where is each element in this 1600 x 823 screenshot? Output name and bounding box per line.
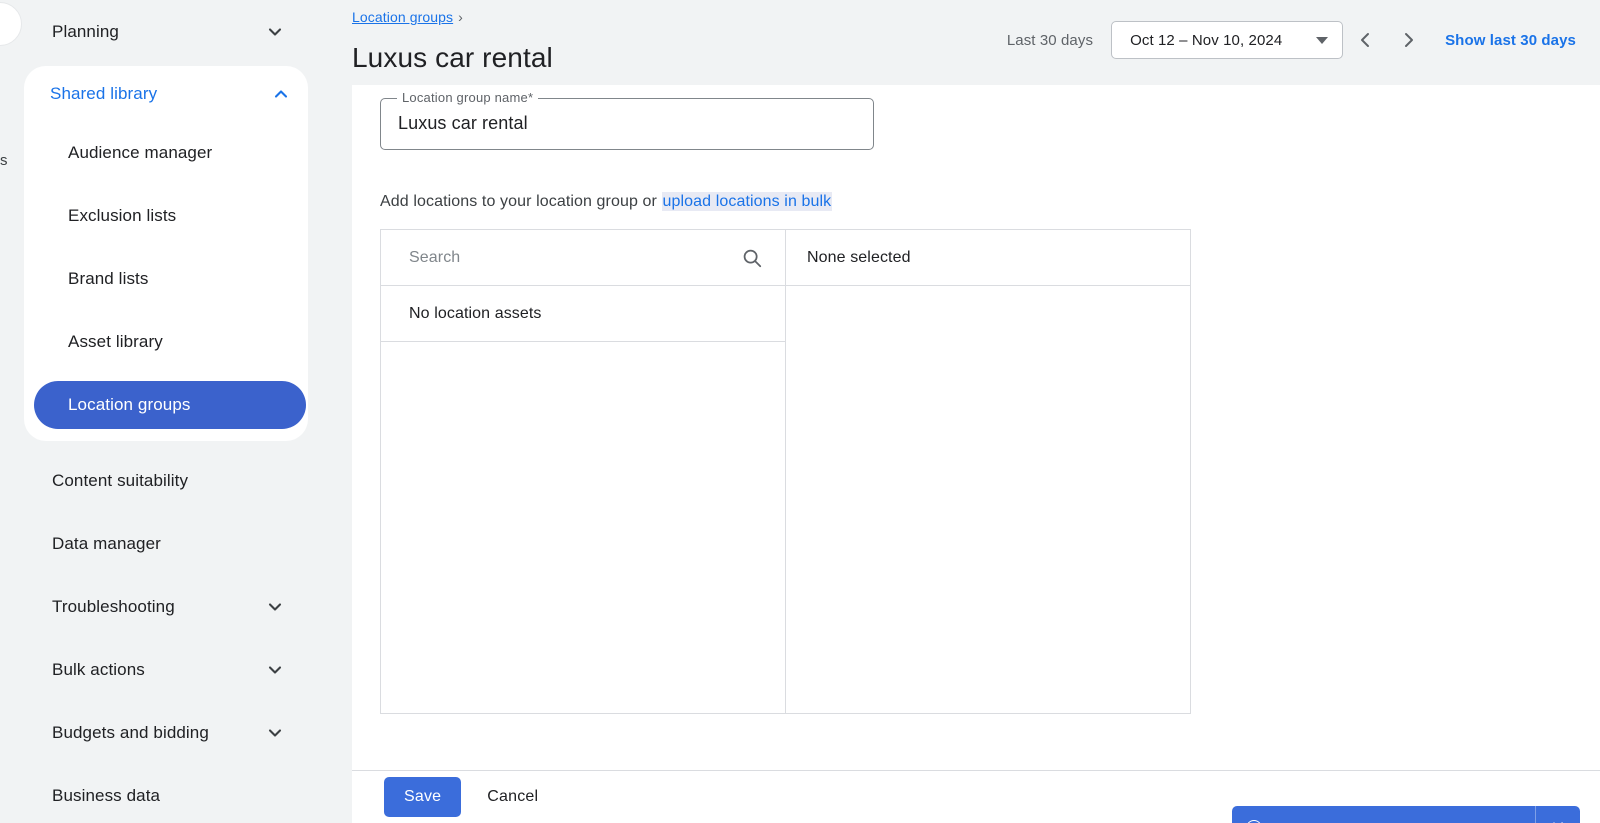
- page-title: Luxus car rental: [352, 42, 553, 73]
- date-range-value: Oct 12 – Nov 10, 2024: [1130, 31, 1283, 49]
- sidebar-item-label: Audience manager: [68, 143, 213, 162]
- chevron-down-icon[interactable]: [266, 661, 284, 679]
- sidebar-item-location-groups[interactable]: Location groups: [34, 381, 306, 429]
- sidebar-item-label: Bulk actions: [52, 660, 145, 679]
- show-last-30-days-link[interactable]: Show last 30 days: [1445, 32, 1576, 49]
- chevron-left-icon: [1361, 33, 1370, 47]
- sidebar-item-audience-manager[interactable]: Audience manager: [34, 129, 306, 177]
- no-location-assets-row: No location assets: [381, 286, 785, 342]
- chevron-down-icon[interactable]: [266, 724, 284, 742]
- location-group-name-label: Location group name*: [397, 90, 539, 105]
- available-locations-panel: No location assets: [381, 230, 786, 713]
- chevron-up-icon[interactable]: [272, 85, 290, 103]
- next-period-button[interactable]: [1387, 20, 1431, 60]
- sidebar-item-bulk-actions[interactable]: Bulk actions: [26, 649, 306, 691]
- sidebar-item-label: Content suitability: [52, 471, 189, 490]
- sidebar-item-asset-library[interactable]: Asset library: [34, 318, 306, 366]
- save-button[interactable]: Save: [384, 777, 462, 817]
- date-range-select[interactable]: Oct 12 – Nov 10, 2024: [1111, 21, 1344, 59]
- location-group-name-input[interactable]: [398, 113, 838, 134]
- date-range-preset-label: Last 30 days: [1006, 31, 1094, 49]
- chevron-down-icon[interactable]: [266, 23, 284, 41]
- sidebar-item-label: Budgets and bidding: [52, 723, 209, 742]
- sidebar-item-content-suitability[interactable]: Content suitability: [26, 460, 306, 502]
- sidebar-item-shared-library[interactable]: Shared library: [24, 73, 308, 115]
- location-selection-panel: No location assets None selected: [380, 229, 1191, 714]
- chevron-down-icon[interactable]: [266, 598, 284, 616]
- sidebar-item-data-manager[interactable]: Data manager: [26, 523, 306, 565]
- add-locations-hint: Add locations to your location group or …: [380, 192, 833, 211]
- sidebar-item-label: Exclusion lists: [68, 206, 177, 225]
- left-navigation-sidebar: s Planning Shared library Audience manag…: [0, 0, 352, 823]
- upload-locations-in-bulk-link[interactable]: upload locations in bulk: [661, 192, 833, 211]
- snackbar-toast: ✕: [1232, 806, 1580, 823]
- caret-down-icon[interactable]: [1316, 36, 1329, 44]
- sidebar-item-business-data[interactable]: Business data: [26, 775, 306, 817]
- sidebar-item-exclusion-lists[interactable]: Exclusion lists: [34, 192, 306, 240]
- main-content-card: Location group name* Add locations to yo…: [352, 85, 1600, 823]
- sidebar-item-label: Asset library: [68, 332, 163, 351]
- breadcrumb-link-location-groups[interactable]: Location groups: [352, 9, 453, 25]
- google-ads-location-group-editor: s Planning Shared library Audience manag…: [0, 0, 1600, 823]
- date-range-controls: Last 30 days Oct 12 – Nov 10, 2024 Show …: [1007, 20, 1576, 60]
- sidebar-edge-text: s: [0, 152, 8, 169]
- nav-collapse-circle-icon[interactable]: [0, 2, 22, 46]
- cancel-button[interactable]: Cancel: [473, 777, 552, 817]
- sidebar-item-label: Business data: [52, 786, 161, 805]
- previous-period-button[interactable]: [1343, 20, 1387, 60]
- selected-locations-panel: None selected: [786, 230, 1190, 713]
- sidebar-section-label: Shared library: [50, 84, 158, 103]
- shared-library-card: Shared library Audience manager Exclusio…: [24, 66, 308, 441]
- close-icon[interactable]: ✕: [1536, 806, 1580, 823]
- sidebar-item-troubleshooting[interactable]: Troubleshooting: [26, 586, 306, 628]
- location-group-name-field[interactable]: Location group name*: [380, 90, 874, 150]
- selected-count-text: None selected: [807, 248, 911, 266]
- add-locations-hint-text: Add locations to your location group or: [380, 193, 662, 210]
- sidebar-item-planning[interactable]: Planning: [26, 11, 306, 53]
- search-row: [381, 230, 785, 286]
- sidebar-item-label: Brand lists: [68, 269, 149, 288]
- breadcrumb: Location groups ›: [352, 9, 463, 25]
- sidebar-item-label: Troubleshooting: [52, 597, 175, 616]
- search-input[interactable]: [409, 248, 709, 267]
- sidebar-item-brand-lists[interactable]: Brand lists: [34, 255, 306, 303]
- page-header: Location groups › Luxus car rental Last …: [352, 0, 1600, 85]
- sidebar-item-budgets-and-bidding[interactable]: Budgets and bidding: [26, 712, 306, 754]
- empty-state-text: No location assets: [409, 304, 542, 322]
- selected-locations-header: None selected: [786, 230, 1190, 286]
- search-icon[interactable]: [741, 247, 763, 269]
- breadcrumb-separator-icon: ›: [458, 9, 463, 25]
- chevron-right-icon: [1405, 33, 1414, 47]
- sidebar-item-label: Data manager: [52, 534, 161, 553]
- sidebar-item-label: Planning: [52, 22, 119, 41]
- sidebar-item-label: Location groups: [68, 395, 191, 414]
